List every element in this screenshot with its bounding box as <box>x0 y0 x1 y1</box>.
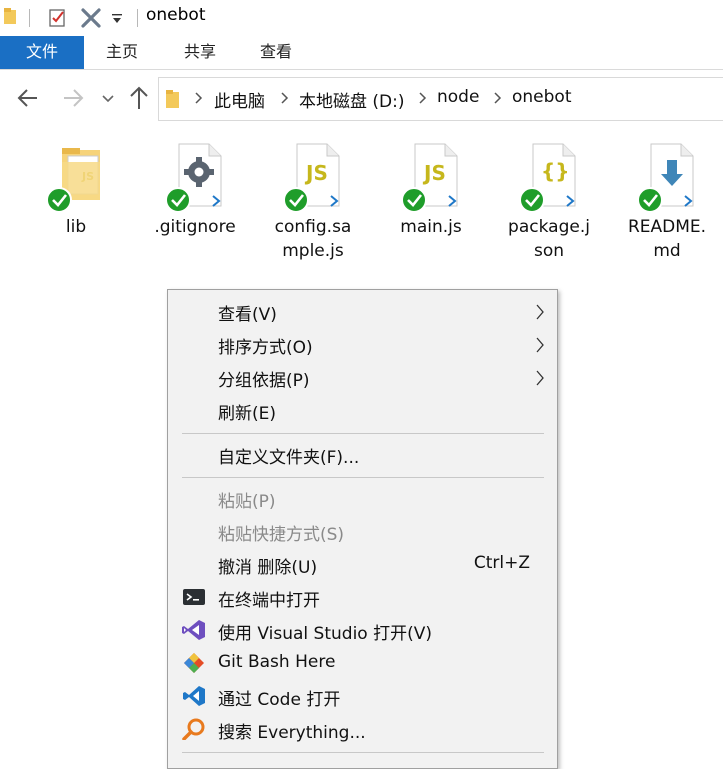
file-item-lib[interactable]: JS lib <box>31 140 121 265</box>
file-name: config.sample.js <box>274 217 352 261</box>
everything-search-icon <box>182 718 205 740</box>
js-file-icon: JS <box>401 143 458 212</box>
forward-arrow-icon[interactable] <box>62 86 84 110</box>
menu-item-label: 粘贴快捷方式(S) <box>218 525 345 545</box>
context-menu: 查看(V) 排序方式(O) 分组依据(P) 刷新(E) 自定义文件夹(F)...… <box>167 289 558 769</box>
git-bash-icon <box>184 653 204 673</box>
menu-item-paste: 粘贴(P) <box>168 483 557 513</box>
file-name: package.json <box>508 217 590 261</box>
navigation-bar: 此电脑 本地磁盘 (D:) node onebot <box>0 70 723 130</box>
file-name: lib <box>65 217 87 237</box>
visual-studio-icon <box>182 620 205 640</box>
chevron-right-icon <box>536 370 544 386</box>
menu-item-open-visual-studio[interactable]: 使用 Visual Studio 打开(V) <box>168 615 557 645</box>
menu-item-customize-folder[interactable]: 自定义文件夹(F)... <box>168 439 557 469</box>
window-title: onebot <box>146 5 206 25</box>
chevron-right-icon[interactable] <box>417 88 427 108</box>
menu-item-view[interactable]: 查看(V) <box>168 296 557 326</box>
menu-separator <box>182 433 544 434</box>
file-name: main.js <box>400 217 462 237</box>
menu-item-git-bash-here[interactable]: Git Bash Here <box>168 648 557 678</box>
menu-item-undo-delete[interactable]: 撤消 删除(U) Ctrl+Z <box>168 549 557 579</box>
chevron-down-icon[interactable] <box>101 88 115 108</box>
tab-share[interactable]: 共享 <box>178 36 222 69</box>
menu-item-label: 搜索 Everything... <box>218 723 366 743</box>
vscode-icon <box>183 686 205 706</box>
menu-separator <box>182 752 544 753</box>
menu-separator <box>182 477 544 478</box>
menu-item-search-everything[interactable]: 搜索 Everything... <box>168 714 557 744</box>
menu-item-label: 通过 Code 打开 <box>218 690 341 710</box>
menu-item-label: Git Bash Here <box>218 652 336 672</box>
folder-icon: JS <box>46 148 100 212</box>
folder-icon[interactable] <box>4 8 16 24</box>
breadcrumb-this-pc[interactable]: 此电脑 <box>214 87 265 112</box>
menu-item-paste-shortcut: 粘贴快捷方式(S) <box>168 516 557 546</box>
svg-text:JS: JS <box>304 161 328 185</box>
menu-item-open-with-code[interactable]: 通过 Code 打开 <box>168 681 557 711</box>
menu-item-label: 使用 Visual Studio 打开(V) <box>218 624 433 644</box>
title-bar: onebot <box>0 0 723 36</box>
breadcrumb-node[interactable]: node <box>437 87 479 107</box>
svg-text:JS: JS <box>422 161 446 185</box>
menu-item-label: 粘贴(P) <box>218 492 276 512</box>
menu-item-group-by[interactable]: 分组依据(P) <box>168 362 557 392</box>
menu-item-label: 撤消 删除(U) <box>218 558 318 578</box>
chevron-right-icon[interactable] <box>193 88 203 108</box>
js-file-icon: JS <box>283 143 340 212</box>
dropdown-icon[interactable] <box>110 10 124 26</box>
delete-icon[interactable] <box>80 8 102 28</box>
chevron-right-icon <box>536 304 544 320</box>
chevron-right-icon[interactable] <box>492 88 502 108</box>
tab-view[interactable]: 查看 <box>254 36 298 69</box>
menu-item-sort-by[interactable]: 排序方式(O) <box>168 329 557 359</box>
tab-home[interactable]: 主页 <box>100 36 144 69</box>
ribbon-tabs: 文件 主页 共享 查看 <box>0 36 723 70</box>
up-arrow-icon[interactable] <box>129 85 149 111</box>
settings-file-icon <box>165 143 222 212</box>
json-file-icon: {} <box>519 143 576 212</box>
menu-item-shortcut: Ctrl+Z <box>473 553 530 573</box>
menu-item-refresh[interactable]: 刷新(E) <box>168 395 557 425</box>
tab-file[interactable]: 文件 <box>0 36 84 69</box>
properties-icon[interactable] <box>48 7 68 27</box>
markdown-file-icon <box>637 143 694 212</box>
file-item-main-js[interactable]: JS main.js <box>386 140 476 265</box>
menu-item-label: 自定义文件夹(F)... <box>218 448 360 468</box>
terminal-icon <box>183 589 205 605</box>
file-name: .gitignore <box>154 217 236 237</box>
menu-item-open-in-terminal[interactable]: 在终端中打开 <box>168 582 557 612</box>
back-arrow-icon[interactable] <box>17 86 39 110</box>
menu-item-label: 在终端中打开 <box>218 591 320 611</box>
folder-icon <box>166 90 179 108</box>
file-name: README.md <box>627 217 707 261</box>
menu-item-label: 刷新(E) <box>218 404 277 424</box>
file-item-gitignore[interactable]: .gitignore <box>150 140 240 265</box>
menu-item-label: 排序方式(O) <box>218 338 313 358</box>
svg-text:{}: {} <box>541 159 569 183</box>
chevron-right-icon <box>536 337 544 353</box>
address-bar[interactable]: 此电脑 本地磁盘 (D:) node onebot <box>158 77 723 121</box>
menu-item-label: 分组依据(P) <box>218 371 310 391</box>
chevron-right-icon[interactable] <box>279 88 289 108</box>
menu-item-label: 查看(V) <box>218 305 277 325</box>
file-item-config-sample-js[interactable]: JS config.sample.js <box>268 140 358 265</box>
toolbar-separator <box>137 9 138 27</box>
breadcrumb-local-disk[interactable]: 本地磁盘 (D:) <box>299 87 405 112</box>
file-item-readme-md[interactable]: README.md <box>622 140 712 265</box>
breadcrumb-onebot[interactable]: onebot <box>512 87 572 107</box>
file-item-package-json[interactable]: {} package.json <box>504 140 594 265</box>
toolbar-separator <box>29 9 30 27</box>
